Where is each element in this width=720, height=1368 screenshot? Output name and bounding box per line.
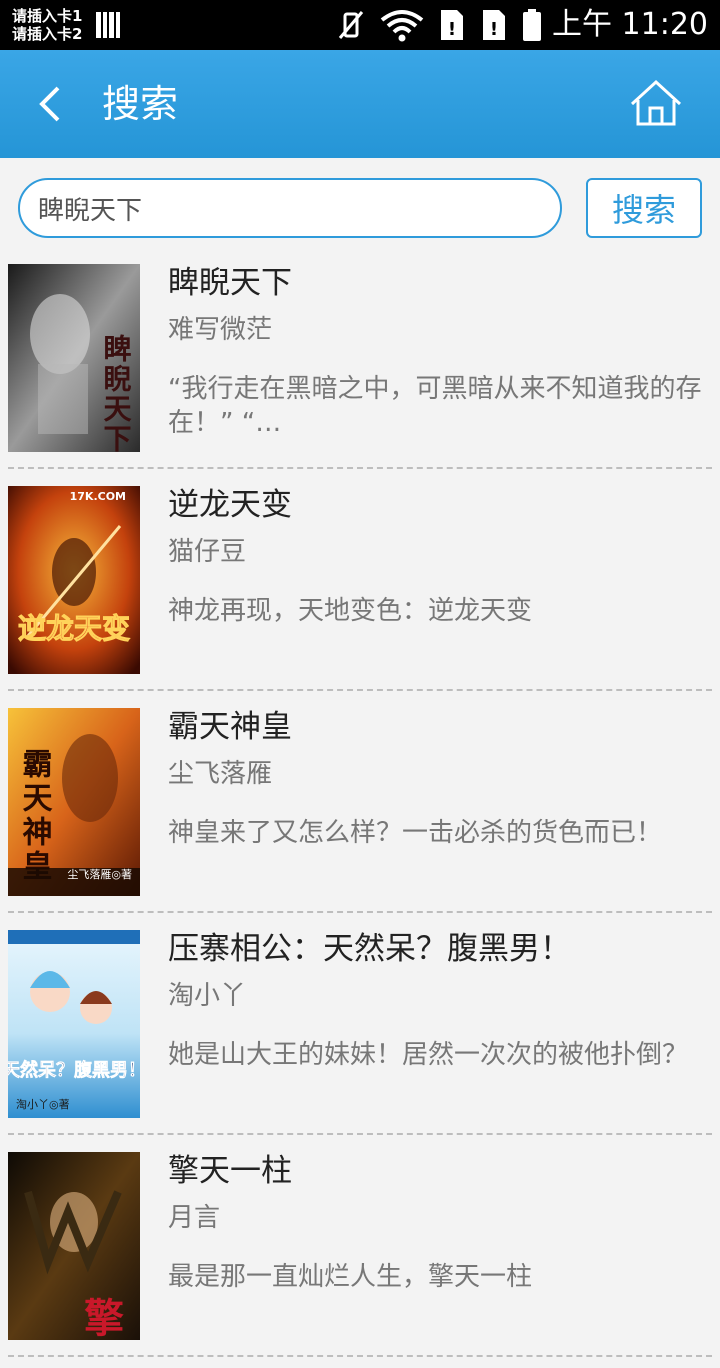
- book-author: 猫仔豆: [168, 537, 247, 567]
- book-title: 擎天一柱: [168, 1153, 292, 1189]
- book-description: 神皇来了又怎么样？一击必杀的货色而已！: [168, 818, 663, 848]
- title-bar: 搜索: [0, 50, 720, 158]
- status-icons: ! !: [336, 8, 542, 42]
- book-cover[interactable]: 17K.COM 逆龙天变: [8, 486, 140, 674]
- book-description: 最是那一直灿烂人生，擎天一柱: [168, 1262, 533, 1292]
- book-author: 难写微茫: [168, 315, 273, 345]
- divider: [8, 1355, 712, 1357]
- wifi-icon: [380, 10, 424, 42]
- vibrate-off-icon: [338, 11, 364, 39]
- book-title: 逆龙天变: [168, 487, 292, 523]
- book-author: 月言: [168, 1203, 221, 1233]
- search-bar: 搜索: [0, 158, 720, 258]
- list-item[interactable]: 霸天神皇 尘飞落雁◎著 霸天神皇 尘飞落雁 神皇来了又怎么样？一击必杀的货色而已…: [0, 702, 720, 924]
- search-input[interactable]: [18, 178, 562, 238]
- sim-status: 请插入卡1 请插入卡2: [12, 7, 82, 43]
- status-bar: 请插入卡1 请插入卡2 ! ! 上午 11:20: [0, 0, 720, 50]
- result-list: 睥睨天下 睥睨天下 难写微茫 “我行走在黑暗之中，可黑暗从来不知道我的存在！” …: [0, 258, 720, 1368]
- book-title: 睥睨天下: [168, 265, 292, 301]
- book-cover[interactable]: 擎: [8, 1152, 140, 1340]
- list-item[interactable]: 17K.COM 逆龙天变 逆龙天变 猫仔豆 神龙再现，天地变色：逆龙天变: [0, 480, 720, 702]
- book-cover[interactable]: 霸天神皇 尘飞落雁◎著: [8, 708, 140, 896]
- book-title: 霸天神皇: [168, 709, 292, 745]
- list-item[interactable]: 睥睨天下 睥睨天下 难写微茫 “我行走在黑暗之中，可黑暗从来不知道我的存在！” …: [0, 258, 720, 480]
- list-item[interactable]: 擎 擎天一柱 月言 最是那一直灿烂人生，擎天一柱: [0, 1146, 720, 1368]
- divider: [8, 1133, 712, 1135]
- book-author: 尘飞落雁: [168, 759, 273, 789]
- cover-title: 睥睨天下: [100, 334, 133, 452]
- cover-badge: 尘飞落雁◎著: [67, 867, 132, 881]
- book-cover[interactable]: 睥睨天下: [8, 264, 140, 452]
- battery-icon: [523, 9, 541, 41]
- sim1-missing-icon: !: [441, 10, 463, 40]
- book-description: 神龙再现，天地变色：逆龙天变: [168, 596, 533, 626]
- sim-card-icon: [96, 12, 120, 38]
- cover-title: 霸天神皇: [17, 748, 53, 884]
- book-description: “我行走在黑暗之中，可黑暗从来不知道我的存在！” “…: [168, 374, 702, 438]
- sim2-missing-icon: !: [483, 10, 505, 40]
- clock: 上午 11:20: [552, 7, 708, 42]
- sim1-label: 请插入卡1: [12, 7, 83, 25]
- sim2-label: 请插入卡2: [12, 25, 83, 43]
- svg-text:!: !: [490, 19, 498, 40]
- book-cover[interactable]: 天然呆？腹黑男！ 淘小丫◎著: [8, 930, 140, 1118]
- list-item[interactable]: 天然呆？腹黑男！ 淘小丫◎著 压寨相公：天然呆？腹黑男！ 淘小丫 她是山大王的妹…: [0, 924, 720, 1146]
- back-icon[interactable]: [28, 78, 72, 130]
- divider: [8, 911, 712, 913]
- book-title: 压寨相公：天然呆？腹黑男！: [168, 931, 571, 967]
- cover-badge: 17K.COM: [70, 490, 126, 503]
- book-author: 淘小丫: [168, 981, 247, 1011]
- book-description: 她是山大王的妹妹！居然一次次的被他扑倒？: [168, 1040, 689, 1070]
- home-icon[interactable]: [626, 78, 686, 130]
- cover-title: 逆龙天变: [18, 612, 130, 645]
- divider: [8, 467, 712, 469]
- search-button[interactable]: 搜索: [586, 178, 702, 238]
- svg-text:!: !: [448, 19, 456, 40]
- cover-badge: 淘小丫◎著: [16, 1097, 70, 1111]
- divider: [8, 689, 712, 691]
- cover-title: 天然呆？腹黑男！: [8, 1059, 140, 1081]
- cover-title: 擎: [84, 1295, 124, 1340]
- page-title: 搜索: [102, 82, 179, 126]
